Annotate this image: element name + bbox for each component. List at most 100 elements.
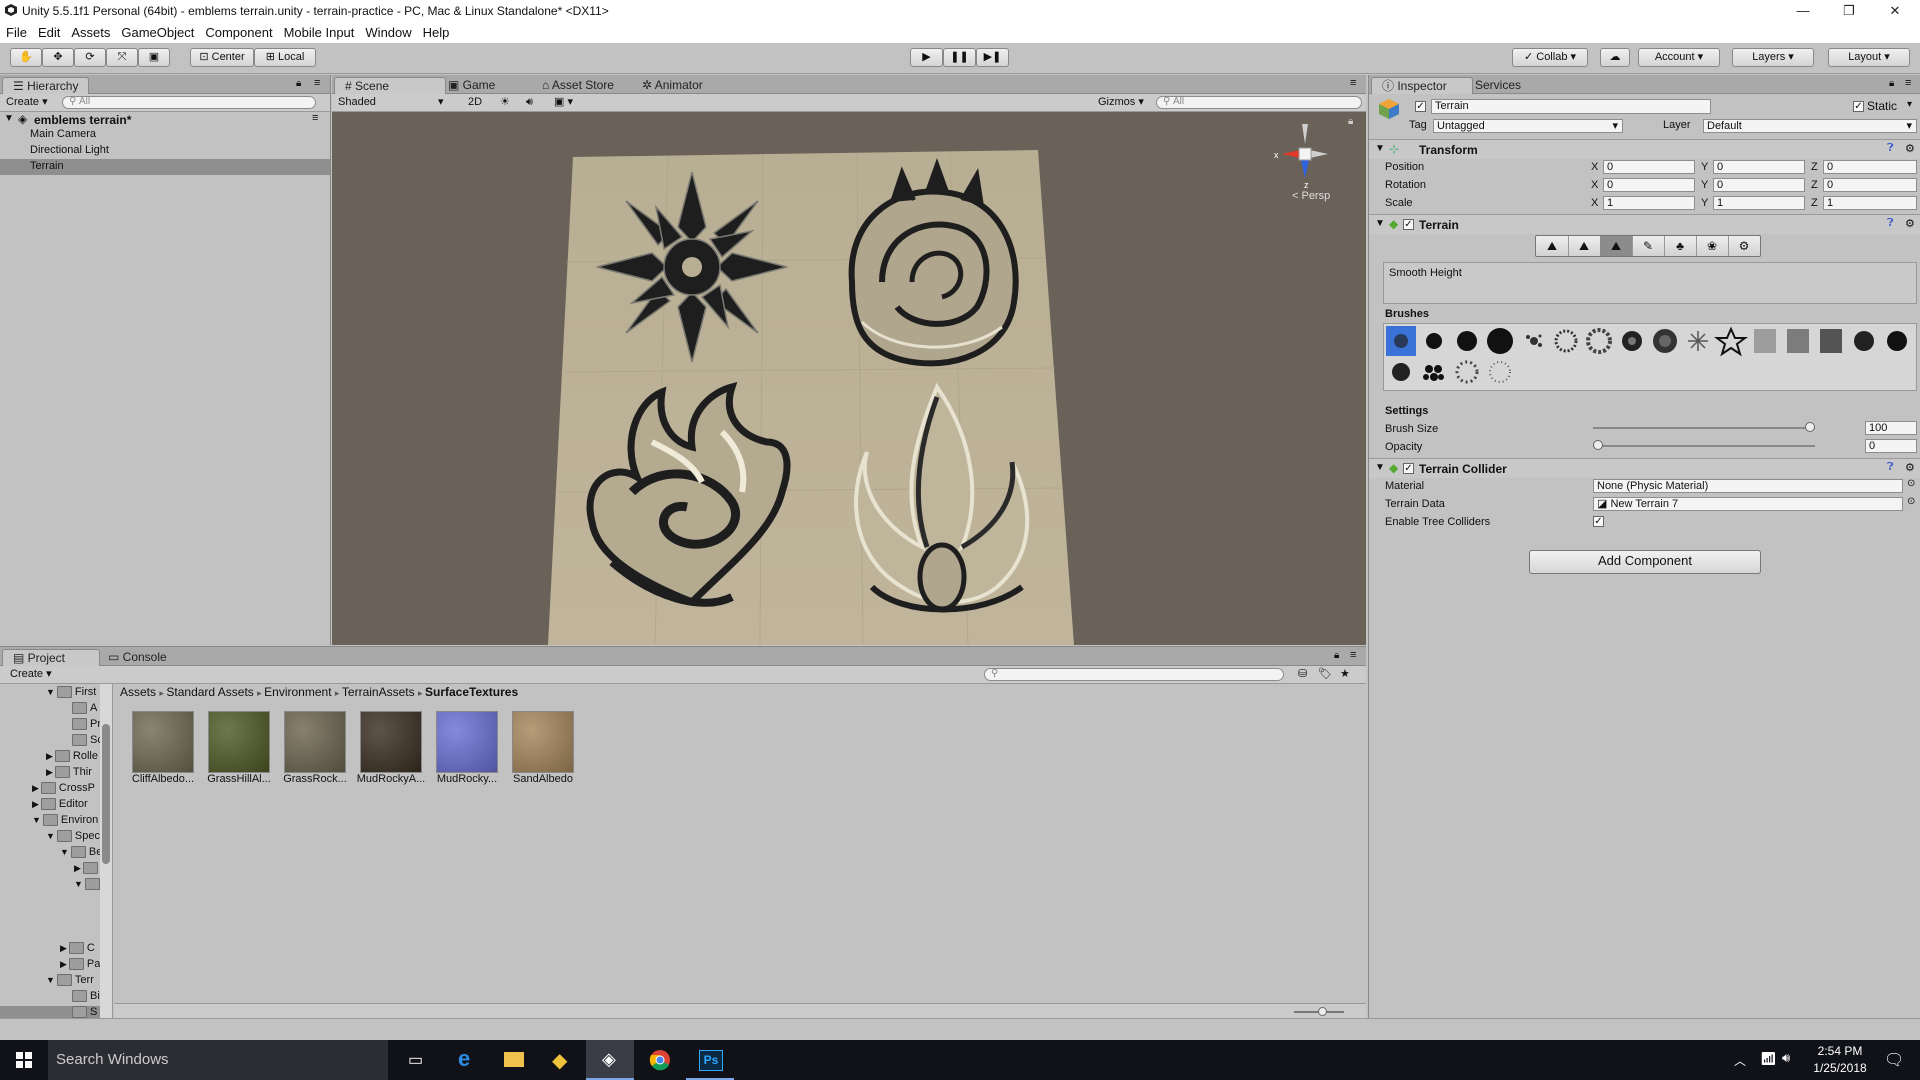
breadcrumb-item[interactable]: TerrainAssets bbox=[342, 685, 415, 699]
lock-icon[interactable]: 🔒︎ bbox=[296, 78, 301, 89]
tray-overflow-icon[interactable]: ︿ bbox=[1734, 1052, 1746, 1069]
asset-item[interactable]: CliffAlbedo... bbox=[124, 711, 202, 785]
action-center-icon[interactable]: 🗨︎ bbox=[1884, 1050, 1904, 1070]
rotation-z-field[interactable]: 0 bbox=[1823, 178, 1917, 192]
lighting-toggle-icon[interactable]: ☀ bbox=[500, 95, 510, 110]
tree-folder[interactable]: ▼ Spec bbox=[46, 830, 100, 846]
minimize-button[interactable]: — bbox=[1780, 0, 1826, 22]
position-z-field[interactable]: 0 bbox=[1823, 160, 1917, 174]
layer-dropdown[interactable]: Default ▾ bbox=[1703, 119, 1917, 133]
gizmos-dropdown[interactable]: Gizmos ▾ bbox=[1098, 95, 1144, 110]
tab-inspector[interactable]: ⓘ Inspector bbox=[1371, 77, 1473, 94]
scene-lock-icon[interactable]: 🔒︎ bbox=[1348, 116, 1353, 127]
raise-lower-terrain-icon[interactable]: ⛰ bbox=[1536, 236, 1569, 256]
tree-folder[interactable]: ▶ Rolle bbox=[46, 750, 98, 766]
tree-folder[interactable]: Pr bbox=[72, 718, 101, 734]
2d-toggle[interactable]: 2D bbox=[468, 95, 482, 110]
collapse-arrow-icon[interactable]: ▼ bbox=[1375, 462, 1385, 473]
scene-menu-icon[interactable]: ≡ bbox=[312, 112, 318, 124]
tree-folder[interactable]: ▶ C bbox=[60, 942, 95, 958]
photoshop-taskbar-button[interactable]: Ps bbox=[686, 1040, 734, 1080]
tree-folder[interactable]: ▶ CrossP bbox=[32, 782, 95, 798]
scene-search-input[interactable]: ⚲ All bbox=[1156, 96, 1362, 109]
tree-folder[interactable]: A bbox=[72, 702, 97, 718]
opacity-field[interactable]: 0 bbox=[1865, 439, 1917, 453]
hierarchy-search-input[interactable]: ⚲ All bbox=[62, 96, 316, 109]
effects-dropdown-icon[interactable]: ▣ ▾ bbox=[554, 95, 573, 110]
object-name-field[interactable]: Terrain bbox=[1431, 99, 1711, 114]
add-component-button[interactable]: Add Component bbox=[1529, 550, 1761, 574]
tab-hierarchy[interactable]: ☰ Hierarchy bbox=[2, 77, 90, 94]
git-client-taskbar-button[interactable]: ◆ bbox=[538, 1040, 586, 1080]
hand-tool-button[interactable]: ✋ bbox=[10, 48, 42, 67]
position-x-field[interactable]: 0 bbox=[1603, 160, 1695, 174]
unity-taskbar-button[interactable]: ◈ bbox=[586, 1040, 634, 1080]
layout-dropdown[interactable]: Layout ▾ bbox=[1828, 48, 1910, 67]
terrain-component-header[interactable]: ▼ ◆ ✓ Terrain ❓︎ ⚙ bbox=[1369, 214, 1920, 234]
play-button[interactable]: ▶ bbox=[910, 48, 943, 67]
thumbnail-size-handle[interactable] bbox=[1318, 1007, 1327, 1016]
brush-size-field[interactable]: 100 bbox=[1865, 421, 1917, 435]
hierarchy-item[interactable]: Directional Light bbox=[30, 144, 109, 160]
pause-button[interactable]: ❚❚ bbox=[943, 48, 976, 67]
paint-texture-icon[interactable]: ✎ bbox=[1632, 236, 1665, 256]
inspector-lock-icon[interactable]: 🔒︎ bbox=[1889, 78, 1894, 89]
brush-size-slider-track[interactable] bbox=[1593, 427, 1815, 429]
object-picker-icon[interactable]: ⊙ bbox=[1907, 478, 1915, 489]
tab-console[interactable]: ▭ Console bbox=[98, 649, 177, 665]
volume-icon[interactable]: 🔊︎ bbox=[1782, 1050, 1790, 1066]
help-icon[interactable]: ❓︎ bbox=[1887, 142, 1894, 155]
material-field[interactable]: None (Physic Material) bbox=[1593, 479, 1903, 493]
inspector-menu-icon[interactable]: ≡ bbox=[1905, 77, 1911, 89]
project-search-input[interactable]: ⚲ bbox=[984, 668, 1284, 681]
settings-gear-icon[interactable]: ⚙ bbox=[1905, 217, 1915, 230]
help-icon[interactable]: ❓︎ bbox=[1887, 217, 1894, 230]
opacity-slider-handle[interactable] bbox=[1593, 440, 1603, 450]
scene-root-row[interactable]: ▼ ◈ emblems terrain* ≡ bbox=[0, 112, 330, 128]
breadcrumb-item[interactable]: Standard Assets bbox=[166, 685, 253, 699]
asset-item[interactable]: MudRocky... bbox=[428, 711, 506, 785]
brush-size-slider-handle[interactable] bbox=[1805, 422, 1815, 432]
tree-folder[interactable]: ▶ Thir bbox=[46, 766, 92, 782]
shading-dropdown[interactable]: Shaded ▾ bbox=[338, 95, 448, 110]
audio-toggle-icon[interactable]: 🔊︎ bbox=[526, 95, 533, 110]
collab-dropdown[interactable]: ✓ Collab ▾ bbox=[1512, 48, 1588, 67]
paint-height-icon[interactable]: ⛰ bbox=[1568, 236, 1601, 256]
menu-component[interactable]: Component bbox=[199, 22, 277, 40]
pivot-center-button[interactable]: ⊡ Center bbox=[190, 48, 254, 67]
terrain-collider-header[interactable]: ▼ ◆ ✓ Terrain Collider ❓︎ ⚙ bbox=[1369, 458, 1920, 478]
maximize-button[interactable]: ❐ bbox=[1826, 0, 1872, 22]
smooth-height-icon[interactable]: ⛰ bbox=[1600, 236, 1633, 256]
move-tool-button[interactable]: ✥ bbox=[42, 48, 74, 67]
transform-header[interactable]: ▼ ⊹ Transform ❓︎ ⚙ bbox=[1369, 139, 1920, 159]
enable-tree-colliders-checkbox[interactable]: ✓ bbox=[1593, 516, 1604, 527]
panel-menu-icon[interactable]: ≡ bbox=[314, 77, 320, 89]
tree-scrollbar[interactable] bbox=[100, 684, 112, 1019]
tab-animator[interactable]: ✲ Animator bbox=[632, 77, 713, 93]
account-dropdown[interactable]: Account ▾ bbox=[1638, 48, 1720, 67]
rect-tool-button[interactable]: ▣ bbox=[138, 48, 170, 67]
tree-folder[interactable]: Sc bbox=[72, 734, 103, 750]
cloud-button[interactable]: ☁ bbox=[1600, 48, 1630, 67]
tree-scrollbar-thumb[interactable] bbox=[102, 724, 110, 864]
opacity-slider-track[interactable] bbox=[1593, 445, 1815, 447]
terrain-enabled-checkbox[interactable]: ✓ bbox=[1403, 219, 1414, 230]
tab-services[interactable]: Services bbox=[1465, 77, 1531, 93]
scene-viewport[interactable]: x z < Persp 🔒︎ bbox=[332, 112, 1366, 645]
chrome-taskbar-button[interactable] bbox=[636, 1040, 684, 1080]
pivot-local-button[interactable]: ⊞ Local bbox=[254, 48, 316, 67]
scale-tool-button[interactable]: ⤧ bbox=[106, 48, 138, 67]
tab-asset-store[interactable]: ⌂ Asset Store bbox=[532, 77, 624, 93]
breadcrumb-item-current[interactable]: SurfaceTextures bbox=[425, 685, 518, 699]
asset-item[interactable]: GrassRock... bbox=[276, 711, 354, 785]
menu-mobile-input[interactable]: Mobile Input bbox=[278, 22, 360, 40]
collapse-arrow-icon[interactable]: ▼ bbox=[1375, 143, 1385, 154]
settings-gear-icon[interactable]: ⚙ bbox=[1905, 461, 1915, 474]
layers-dropdown[interactable]: Layers ▾ bbox=[1732, 48, 1814, 67]
task-view-button[interactable]: ▭ bbox=[392, 1040, 440, 1080]
tab-project[interactable]: ▤ Project bbox=[2, 649, 100, 666]
clock-time[interactable]: 2:54 PM bbox=[1800, 1044, 1880, 1058]
tree-folder[interactable]: ▼ Be bbox=[60, 846, 102, 862]
collapse-arrow-icon[interactable]: ▼ bbox=[1375, 218, 1385, 229]
static-checkbox[interactable]: ✓ bbox=[1853, 101, 1864, 112]
